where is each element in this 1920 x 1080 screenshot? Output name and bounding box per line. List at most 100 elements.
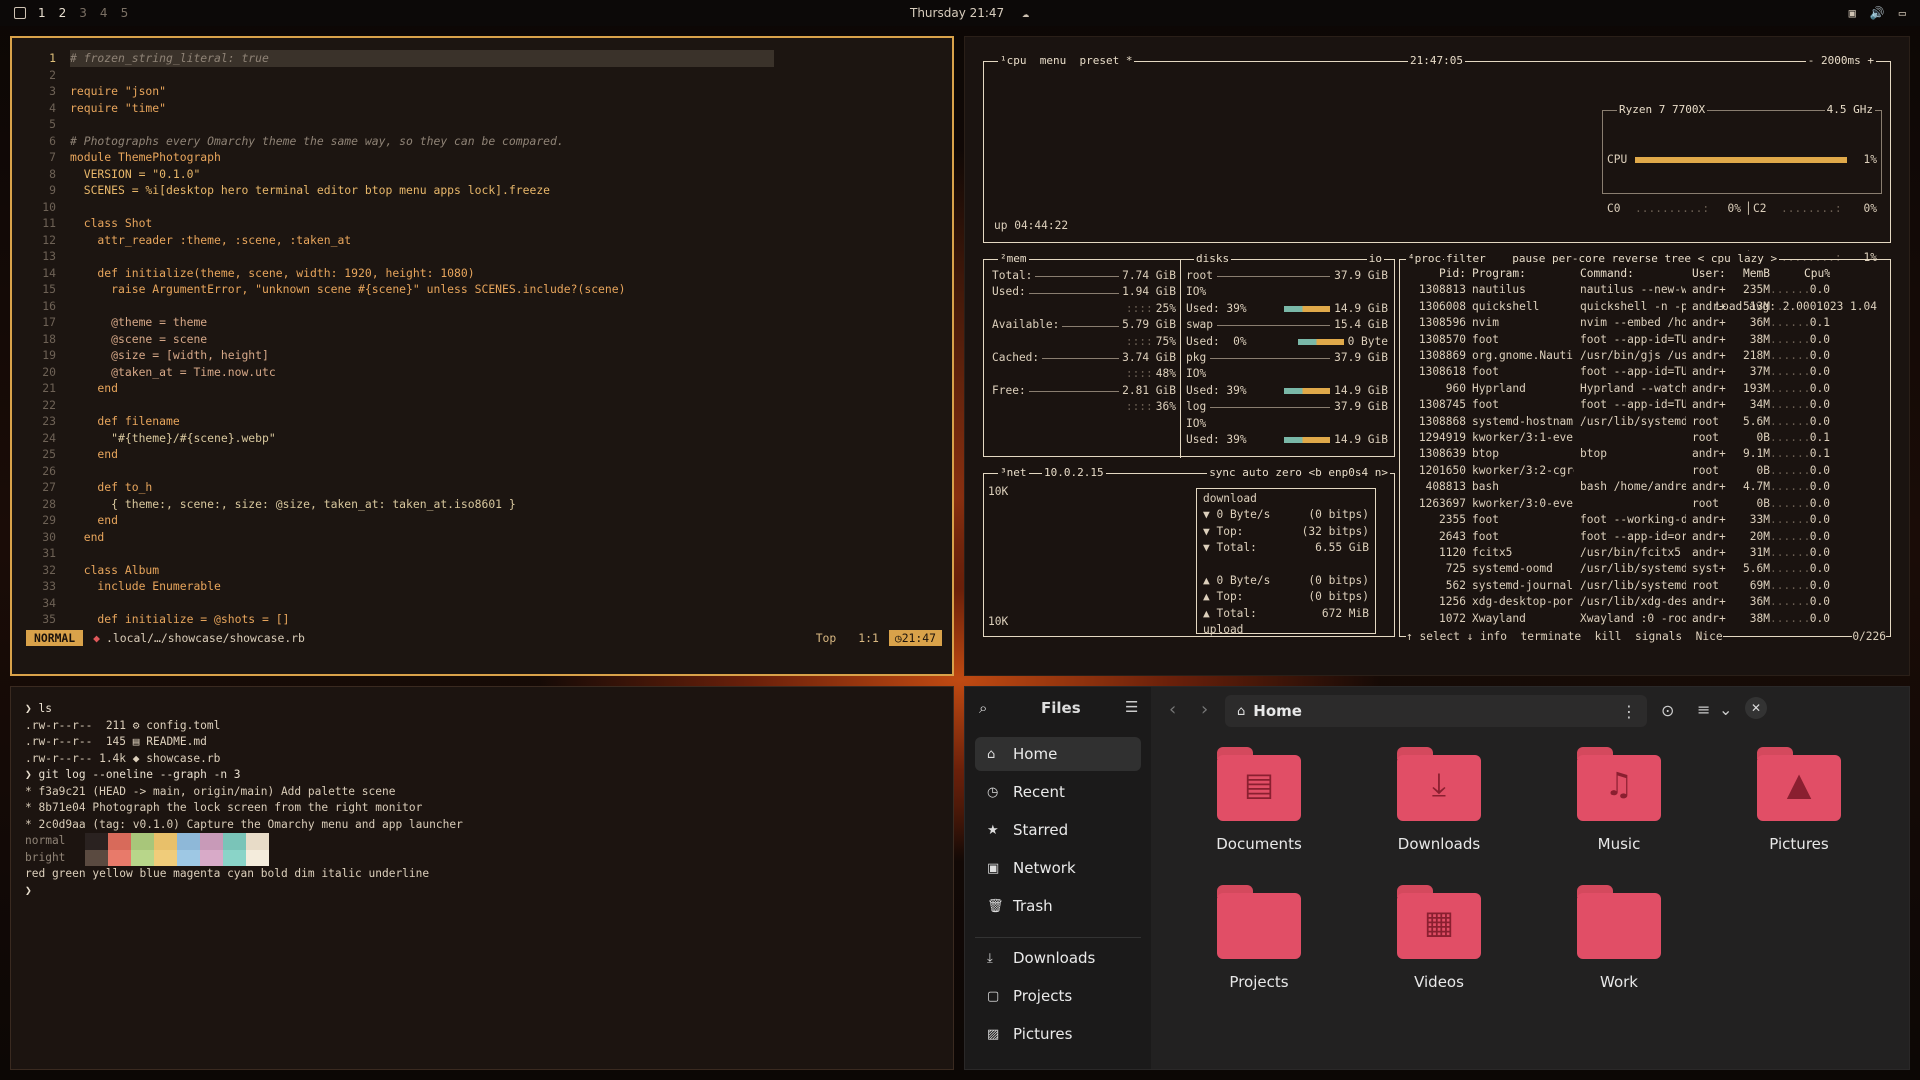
code-line[interactable]: 19 @size = [width, height] [26, 347, 942, 364]
sidebar-item-network[interactable]: ▣ Network [975, 851, 1141, 885]
terminal-window[interactable]: ❯ ls .rw-r--r-- 211 ⚙ config.toml .rw-r--r… [10, 686, 954, 1070]
code-line[interactable]: 32 class Album [26, 562, 942, 579]
process-row[interactable]: 2643footfoot --app-id=org.andr+20M......… [1404, 529, 1886, 545]
folder-music[interactable]: ♫ Music [1577, 747, 1661, 853]
process-row[interactable]: 1308639 btop btop andr+ 9.1M...... 0.1 [1404, 446, 1886, 462]
process-header[interactable]: Pid: Program: Command: User: MemB Cpu% [1404, 266, 1886, 282]
code-line[interactable]: 9 SCENES = %i[desktop hero terminal edit… [26, 182, 942, 199]
code-line[interactable]: 21 end [26, 380, 942, 397]
process-row[interactable]: 960HyprlandHyprland --watchdoandr+193M..… [1404, 381, 1886, 397]
folder-videos[interactable]: ▦ Videos [1397, 885, 1481, 991]
process-row[interactable]: 1120fcitx5/usr/bin/fcitx5 --andr+31M....… [1404, 545, 1886, 561]
view-list-icon[interactable]: ≡ [1697, 700, 1710, 719]
folder-work[interactable]: Work [1577, 885, 1661, 991]
sidebar-item-home[interactable]: ⌂ Home [975, 737, 1141, 771]
editor-buffer[interactable]: 1 # frozen_string_literal: true 2 3 require … [26, 50, 942, 628]
sidebar-menu-icon[interactable]: ☰ [1125, 698, 1138, 716]
sidebar-item-downloads[interactable]: ⤓ Downloads [975, 941, 1141, 975]
code-line[interactable]: 16 [26, 298, 942, 315]
workspace-3[interactable]: 3 [79, 6, 87, 20]
code-line[interactable]: 6 # Photographs every Omarchy theme the s… [26, 133, 942, 150]
code-line[interactable]: 29 end [26, 512, 942, 529]
view-options-icon[interactable]: ⌄ [1719, 700, 1732, 719]
search-icon[interactable]: ⌕ [979, 699, 987, 717]
process-row[interactable]: 1256xdg-desktop-por/usr/lib/xdg-desktand… [1404, 594, 1886, 610]
terminal-output[interactable]: ❯ ls .rw-r--r-- 211 ⚙ config.toml .rw-r--r… [25, 701, 463, 899]
process-table[interactable]: Pid: Program: Command: User: MemB Cpu% 1308813… [1404, 266, 1886, 627]
workspace-1[interactable]: 1 [38, 6, 46, 20]
volume-icon[interactable]: 🔊 [1870, 6, 1885, 20]
code-line[interactable]: 15 raise ArgumentError, "unknown scene #… [26, 281, 942, 298]
code-line[interactable]: 25 end [26, 446, 942, 463]
screen-record-icon[interactable]: ▣ [1849, 6, 1856, 20]
sidebar-item-starred[interactable]: ★ Starred [975, 813, 1141, 847]
folder-downloads[interactable]: ⤓ Downloads [1397, 747, 1481, 853]
process-row[interactable]: 1308869org.gnome.Nauti/usr/bin/gjs /usr/… [1404, 348, 1886, 364]
workspace-5[interactable]: 5 [121, 6, 129, 20]
folder-documents[interactable]: ▤ Documents [1216, 747, 1302, 853]
proc-options[interactable]: filter pause per-core reverse tree < cpu… [1444, 251, 1780, 268]
process-row[interactable]: 1308618footfoot --app-id=TUI.andr+37M...… [1404, 364, 1886, 380]
forward-icon[interactable]: › [1201, 699, 1208, 720]
code-line[interactable]: 28 { theme:, scene:, size: @size, taken_… [26, 496, 942, 513]
code-line[interactable]: 2 [26, 67, 942, 84]
code-line[interactable]: 10 [26, 199, 942, 216]
camera-icon[interactable]: ⊙ [1661, 701, 1674, 720]
sidebar-item-trash[interactable]: 🗑 Trash [975, 889, 1141, 923]
code-line[interactable]: 27 def to_h [26, 479, 942, 496]
back-icon[interactable]: ‹ [1169, 699, 1176, 720]
code-line[interactable]: 13 [26, 248, 942, 265]
workspace-4[interactable]: 4 [100, 6, 108, 20]
code-line[interactable]: 30 end [26, 529, 942, 546]
code-line[interactable]: 11 class Shot [26, 215, 942, 232]
path-bar[interactable]: ⌂ Home ⋮ [1225, 695, 1647, 727]
process-row[interactable]: 562systemd-journal/usr/lib/systemd/sroot… [1404, 578, 1886, 594]
battery-icon[interactable]: ▭ [1899, 6, 1906, 20]
code-line[interactable]: 24 "#{theme}/#{scene}.webp" [26, 430, 942, 447]
code-line[interactable]: 23 def filename [26, 413, 942, 430]
weather-icon[interactable]: ☁ [1022, 6, 1029, 20]
code-line[interactable]: 35 def initialize = @shots = [] [26, 611, 942, 628]
process-row[interactable]: 1294919 kworker/3:1-even root 0B...... 0.1 [1404, 430, 1886, 446]
process-row[interactable]: 1306008quickshellquickshell -n -p /andr+… [1404, 299, 1886, 315]
code-line[interactable]: 22 [26, 397, 942, 414]
folder-pictures[interactable]: ▲ Pictures [1757, 747, 1841, 853]
code-line[interactable]: 5 [26, 116, 942, 133]
close-icon[interactable]: ✕ [1745, 697, 1767, 719]
process-row[interactable]: 1072XwaylandXwayland :0 -rootlandr+38M..… [1404, 611, 1886, 627]
process-row[interactable]: 1263697 kworker/3:0-even root 0B...... 0.0 [1404, 496, 1886, 512]
code-line[interactable]: 8 VERSION = "0.1.0" [26, 166, 942, 183]
sidebar-item-projects[interactable]: ▢ Projects [975, 979, 1141, 1013]
process-row[interactable]: 2355footfoot --working-dirandr+33M......… [1404, 512, 1886, 528]
code-line[interactable]: 33 include Enumerable [26, 578, 942, 595]
code-line[interactable]: 14 def initialize(theme, scene, width: 1… [26, 265, 942, 282]
process-row[interactable]: 1308868systemd-hostnam/usr/lib/systemd/s… [1404, 414, 1886, 430]
path-menu-icon[interactable]: ⋮ [1621, 702, 1637, 721]
net-options[interactable]: sync auto zero <b enp0s4 n> [1207, 465, 1390, 482]
code-line[interactable]: 26 [26, 463, 942, 480]
code-line[interactable]: 34 [26, 595, 942, 612]
update-interval[interactable]: - 2000ms + [1805, 53, 1876, 70]
sidebar-item-recent[interactable]: ◷ Recent [975, 775, 1141, 809]
editor-window[interactable]: 1 # frozen_string_literal: true 2 3 require … [10, 36, 954, 676]
code-line[interactable]: 18 @scene = scene [26, 331, 942, 348]
folder-projects[interactable]: Projects [1217, 885, 1301, 991]
code-line[interactable]: 31 [26, 545, 942, 562]
process-row[interactable]: 1201650 kworker/3:2-cgro root 0B...... 0.0 [1404, 463, 1886, 479]
process-row[interactable]: 1308745footfoot --app-id=TUI.andr+34M...… [1404, 397, 1886, 413]
process-row[interactable]: 725systemd-oomd/usr/lib/systemd/ssyst+5.… [1404, 561, 1886, 577]
workspace-overview-icon[interactable] [14, 7, 26, 19]
workspace-2[interactable]: 2 [59, 6, 67, 20]
cpu-box-tabs[interactable]: ¹cpu menu preset * [998, 53, 1135, 70]
code-line[interactable]: 1 # frozen_string_literal: true [26, 50, 942, 67]
btop-window[interactable]: ¹cpu menu preset * 21:47:05 - 2000ms + u… [964, 36, 1910, 676]
code-line[interactable]: 4 require "time" [26, 100, 942, 117]
process-row[interactable]: 408813bashbash /home/andreasandr+4.7M...… [1404, 479, 1886, 495]
code-line[interactable]: 7 module ThemePhotograph [26, 149, 942, 166]
process-row[interactable]: 1308813nautilusnautilus --new-winandr+23… [1404, 282, 1886, 298]
code-line[interactable]: 3 require "json" [26, 83, 942, 100]
code-line[interactable]: 17 @theme = theme [26, 314, 942, 331]
sidebar-item-pictures[interactable]: ▨ Pictures [975, 1017, 1141, 1051]
files-window[interactable]: ⌕ Files ☰ ⌂ Home ◷ Recent ★ Starred ▣ Network 🗑 T… [964, 686, 1910, 1070]
clock[interactable]: Thursday 21:47 [910, 6, 1004, 20]
